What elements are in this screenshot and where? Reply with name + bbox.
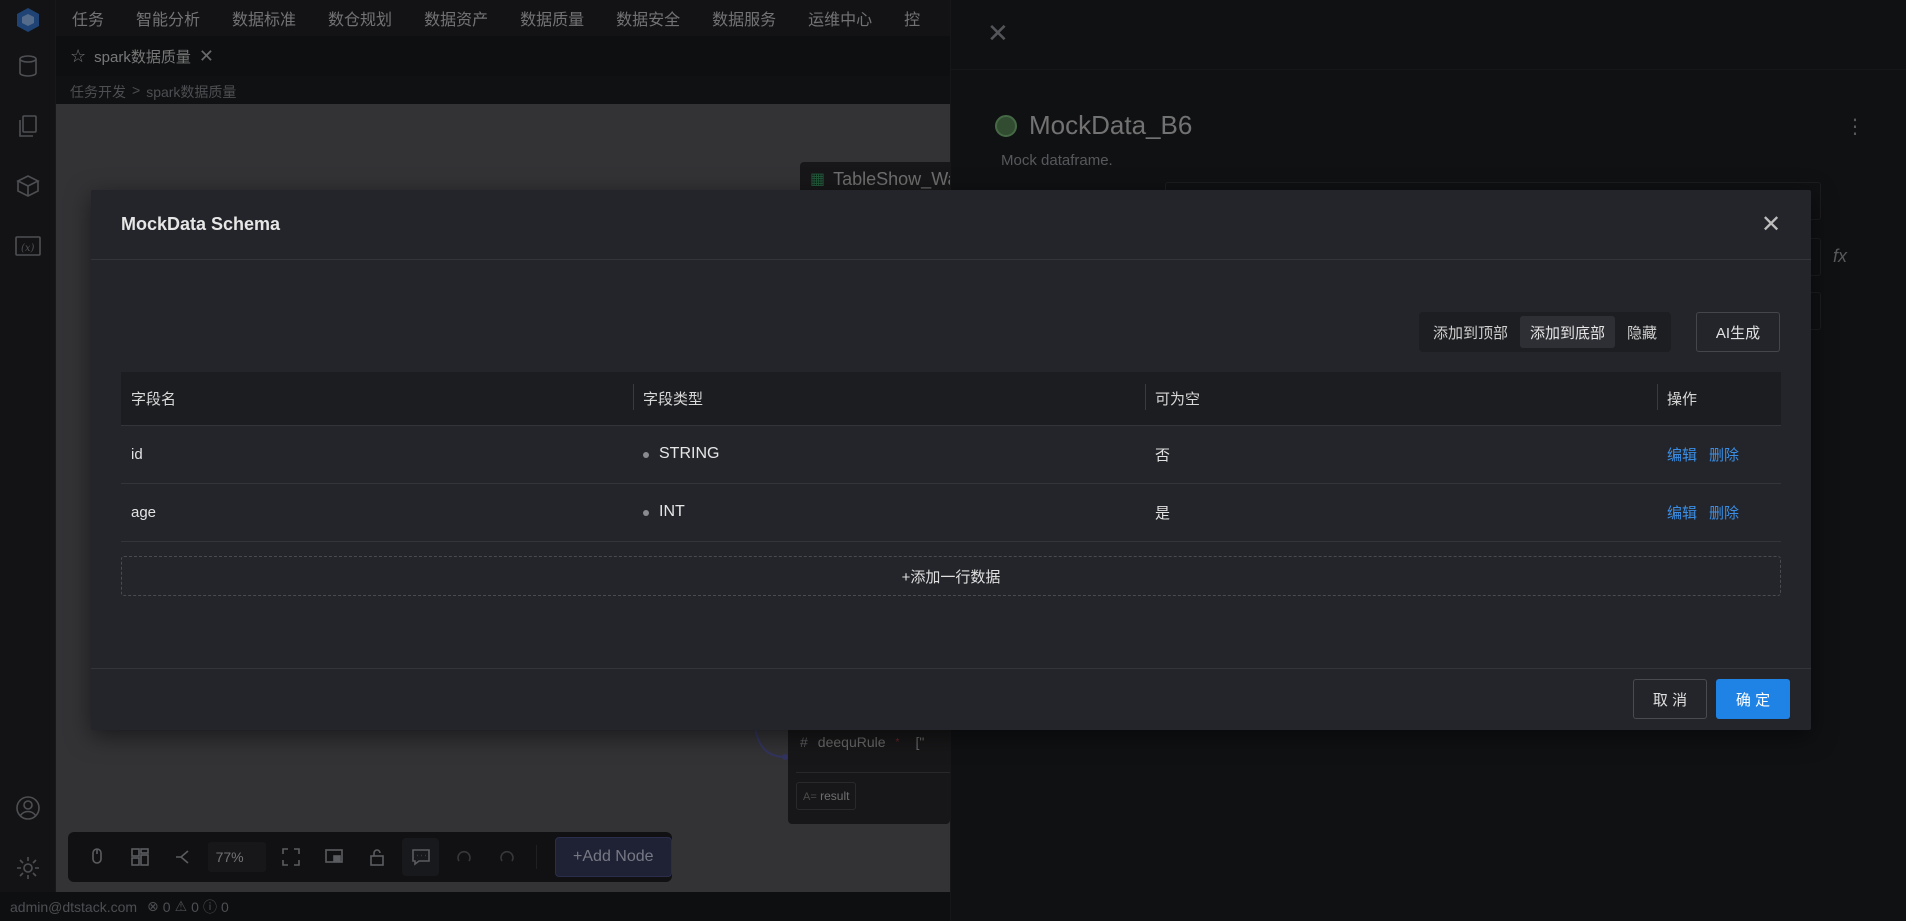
cell-field-type: STRING [633,445,1145,463]
cell-nullable: 是 [1155,505,1171,522]
modal-close-icon[interactable]: ✕ [1761,210,1781,239]
modal-title: MockData Schema [121,214,281,234]
cell-field-name: id [131,446,143,463]
type-value: INT [659,503,685,521]
add-row-button[interactable]: +添加一行数据 [121,556,1781,596]
type-value: STRING [659,445,720,463]
delete-link[interactable]: 删除 [1709,447,1739,464]
cell-actions: 编辑 删除 [1657,444,1781,465]
table-header: 字段名 字段类型 可为空 操作 [121,372,1781,426]
edit-link[interactable]: 编辑 [1667,447,1697,464]
table-row: age INT 是 编辑 删除 [121,484,1781,542]
mockdata-schema-modal: MockData Schema ✕ 添加到顶部 添加到底部 隐藏 AI生成 字段… [91,190,1811,730]
type-dot-icon [643,509,649,516]
confirm-button[interactable]: 确 定 [1716,679,1790,719]
schema-table: 字段名 字段类型 可为空 操作 id STRING 否 编辑 删除 age INT… [121,372,1781,542]
cell-nullable: 否 [1155,447,1171,464]
delete-link[interactable]: 删除 [1709,505,1739,522]
add-position-segmented: 添加到顶部 添加到底部 隐藏 [1419,312,1672,352]
edit-link[interactable]: 编辑 [1667,505,1697,522]
modal-header: MockData Schema ✕ [91,190,1811,260]
table-row: id STRING 否 编辑 删除 [121,426,1781,484]
cancel-button[interactable]: 取 消 [1633,679,1707,719]
cell-field-type: INT [633,503,1145,521]
header-field-type: 字段类型 [633,384,1145,410]
header-actions: 操作 [1657,384,1781,410]
segment-hide[interactable]: 隐藏 [1617,316,1667,348]
header-field-name: 字段名 [131,391,177,408]
header-nullable: 可为空 [1145,384,1657,410]
segment-add-top[interactable]: 添加到顶部 [1423,316,1518,348]
type-dot-icon [643,451,649,458]
cell-field-name: age [131,504,157,521]
modal-footer: 取 消 确 定 [91,668,1811,730]
cell-actions: 编辑 删除 [1657,502,1781,523]
segment-add-bottom[interactable]: 添加到底部 [1520,316,1616,348]
ai-generate-button[interactable]: AI生成 [1696,312,1780,352]
